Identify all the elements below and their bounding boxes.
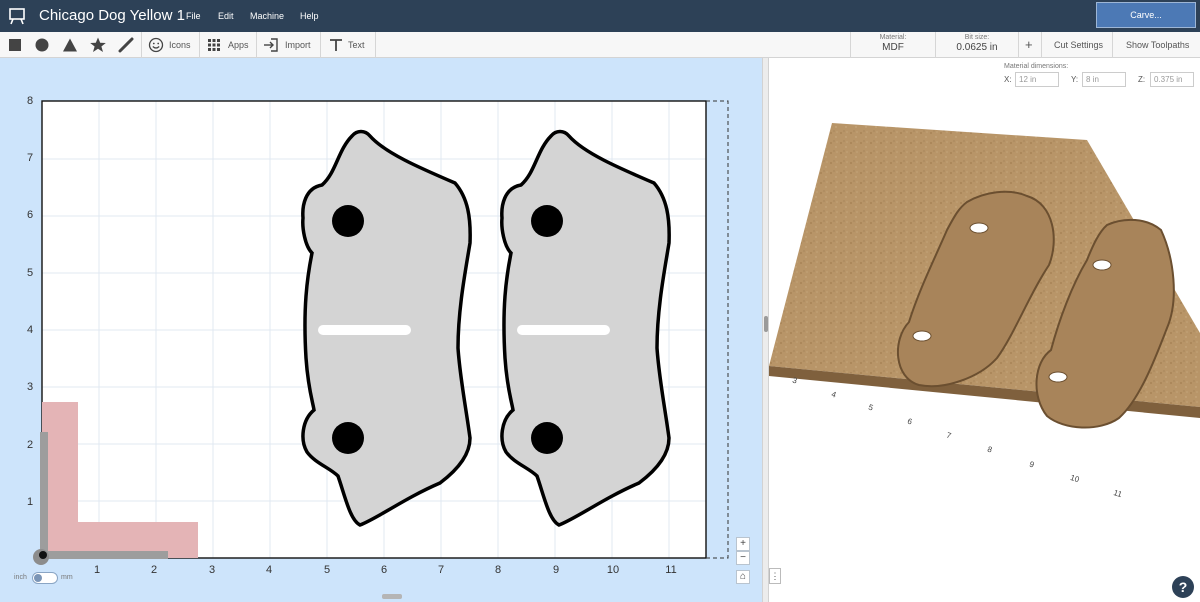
text-button[interactable]: Text <box>348 40 365 50</box>
center-slot <box>318 325 411 335</box>
preview-axis-tick: 11 <box>1112 488 1123 499</box>
bit-selector[interactable]: Bit size: 0.0625 in <box>936 32 1018 58</box>
toolbar-divider <box>199 32 200 58</box>
brake-pad-right[interactable] <box>500 129 671 527</box>
preview-axis-tick: 6 <box>906 417 914 427</box>
material-selector[interactable]: Material: MDF <box>851 32 935 58</box>
toolbar-divider <box>141 32 142 58</box>
menu-machine[interactable]: Machine <box>250 11 284 21</box>
menu-file[interactable]: File <box>186 11 201 21</box>
x-tick-label: 11 <box>665 564 676 576</box>
x-tick-label: 2 <box>151 564 157 576</box>
icons-button[interactable]: Icons <box>169 40 191 50</box>
center-slot <box>517 325 610 335</box>
material-extent-outline <box>706 100 729 559</box>
y-tick-label: 1 <box>27 496 33 508</box>
preview-menu-button[interactable]: ⋮ <box>769 568 781 584</box>
carve-button[interactable]: Carve... <box>1096 2 1196 28</box>
cut-settings-button[interactable]: Cut Settings <box>1054 40 1103 50</box>
unit-mm-label: mm <box>61 574 73 581</box>
x-tick-label: 6 <box>381 564 387 576</box>
apps-button[interactable]: Apps <box>228 40 249 50</box>
zoom-out-button[interactable]: − <box>736 551 750 565</box>
material-value: MDF <box>882 42 904 53</box>
preview-axis-tick: 10 <box>1069 473 1081 484</box>
mounting-hole-top <box>531 205 563 237</box>
y-tick-label: 3 <box>27 381 33 393</box>
toolbar-divider <box>256 32 257 58</box>
toolbar-divider <box>320 32 321 58</box>
y-tick-label: 4 <box>27 324 33 336</box>
toolbar-divider <box>1041 32 1042 58</box>
material-caption: Material: <box>879 34 907 41</box>
mounting-hole-top <box>332 205 364 237</box>
star-tool-icon[interactable] <box>89 36 107 54</box>
menu-help[interactable]: Help <box>300 11 319 21</box>
material-z-input[interactable] <box>1150 72 1194 87</box>
preview-axis-tick: 9 <box>1028 460 1036 470</box>
mounting-hole-bottom <box>332 422 364 454</box>
y-tick-label: 2 <box>27 439 33 451</box>
bottom-panel-grip[interactable] <box>382 594 402 599</box>
x-tick-label: 1 <box>94 564 100 576</box>
preview-axis-tick: 7 <box>945 431 953 441</box>
toggle-knob <box>34 574 42 582</box>
x-tick-label: 3 <box>209 564 215 576</box>
mounting-hole-bottom <box>531 422 563 454</box>
toolbar-divider <box>375 32 376 58</box>
x-tick-label: 10 <box>607 564 619 576</box>
home-view-button[interactable]: ⌂ <box>736 570 750 584</box>
toolbar-divider <box>1018 32 1019 58</box>
apps-grid-icon[interactable] <box>205 36 223 54</box>
help-button[interactable]: ? <box>1172 576 1194 598</box>
x-tick-label: 8 <box>495 564 501 576</box>
preview-axis-tick: 5 <box>867 403 875 413</box>
import-icon[interactable] <box>262 36 280 54</box>
pane-splitter[interactable] <box>762 58 769 602</box>
material-dimensions-caption: Material dimensions: <box>1004 63 1069 70</box>
y-tick-label: 5 <box>27 267 33 279</box>
circle-tool-icon[interactable] <box>33 36 51 54</box>
menu-edit[interactable]: Edit <box>218 11 234 21</box>
preview-axis-tick: 4 <box>830 390 838 400</box>
preview-axis-tick: 8 <box>986 445 994 455</box>
unit-inch-label: inch <box>14 574 27 581</box>
x-tick-label: 9 <box>553 564 559 576</box>
dim-y-label: Y: <box>1071 75 1079 84</box>
x-tick-label: 7 <box>438 564 444 576</box>
bit-value: 0.0625 in <box>956 42 998 53</box>
add-bit-button[interactable]: + <box>1025 37 1033 52</box>
3d-preview[interactable]: 3 4 5 6 7 8 9 10 11 <box>769 100 1200 580</box>
unit-toggle[interactable] <box>32 572 58 584</box>
x-tick-label: 5 <box>324 564 330 576</box>
app-logo-icon <box>9 8 25 25</box>
title-bar: Chicago Dog Yellow 1 File Edit Machine H… <box>0 0 1200 32</box>
material-x-input[interactable] <box>1015 72 1059 87</box>
brake-pad-left[interactable] <box>301 129 472 527</box>
y-tick-label: 6 <box>27 209 33 221</box>
triangle-tool-icon[interactable] <box>61 36 79 54</box>
design-canvas[interactable]: 1 2 3 4 5 6 7 8 9 10 11 1 2 3 4 5 6 7 8 <box>0 58 762 602</box>
splitter-grip[interactable] <box>764 316 768 332</box>
document-title[interactable]: Chicago Dog Yellow 1 <box>39 7 185 24</box>
square-tool-icon[interactable] <box>6 36 24 54</box>
smiley-icon[interactable] <box>147 36 165 54</box>
toolbar-divider <box>1112 32 1113 58</box>
y-tick-label: 8 <box>27 95 33 107</box>
show-toolpaths-button[interactable]: Show Toolpaths <box>1126 40 1189 50</box>
dim-z-label: Z: <box>1138 75 1146 84</box>
dim-x-label: X: <box>1004 75 1012 84</box>
bit-caption: Bit size: <box>964 34 990 41</box>
text-tool-icon[interactable] <box>327 36 345 54</box>
import-button[interactable]: Import <box>285 40 311 50</box>
pen-tool-icon[interactable] <box>117 36 135 54</box>
x-tick-label: 4 <box>266 564 272 576</box>
toolbar: Icons Apps Import Text Material: MDF Bit… <box>0 32 1200 58</box>
zoom-in-button[interactable]: + <box>736 537 750 551</box>
y-tick-label: 7 <box>27 152 33 164</box>
material-y-input[interactable] <box>1082 72 1126 87</box>
